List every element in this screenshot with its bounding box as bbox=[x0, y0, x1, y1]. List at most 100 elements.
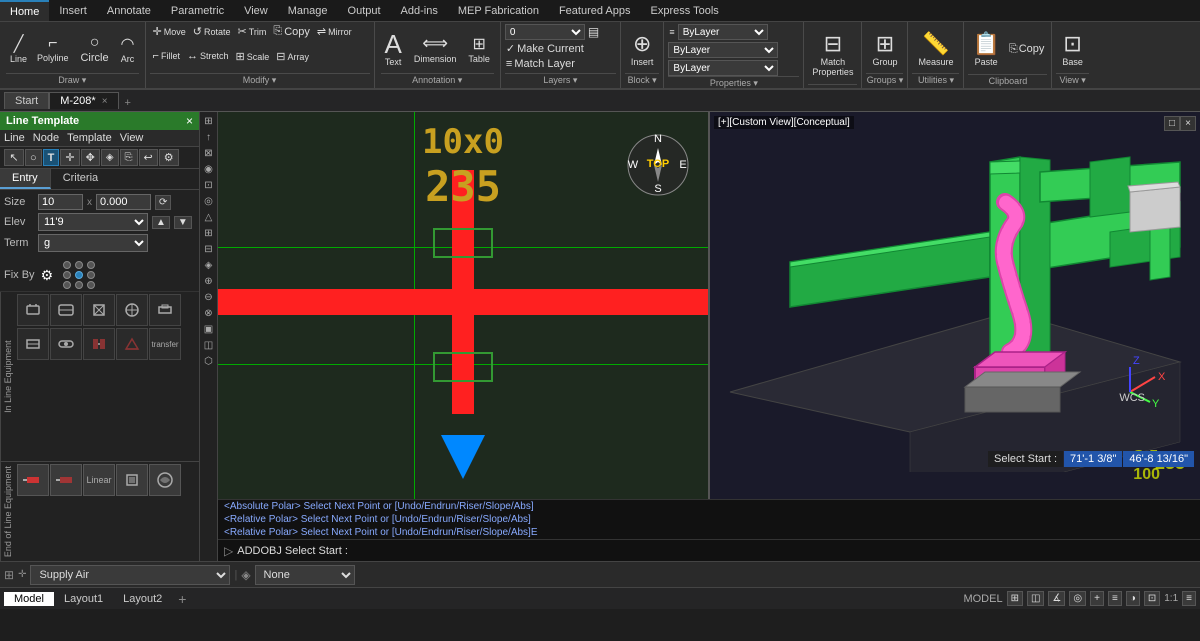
measure-button[interactable]: 📏Measure bbox=[912, 29, 959, 69]
fix-by-settings[interactable]: ⚙ bbox=[41, 267, 54, 284]
tool-move[interactable]: ✛ bbox=[60, 149, 79, 166]
side-tool-15[interactable]: ◫ bbox=[203, 338, 214, 353]
draw-polyline-button[interactable]: ⌐Polyline bbox=[33, 33, 73, 65]
command-prompt-input[interactable] bbox=[237, 545, 1194, 557]
modify-mirror-button[interactable]: ⇌Mirror bbox=[314, 24, 355, 39]
make-current-button[interactable]: ✓Make Current bbox=[505, 41, 616, 56]
side-tool-9[interactable]: ⊟ bbox=[203, 242, 213, 257]
criteria-tab[interactable]: Criteria bbox=[51, 169, 110, 189]
endline-icon-5[interactable] bbox=[149, 464, 181, 496]
inline-icon-8[interactable] bbox=[83, 328, 115, 360]
paste-button[interactable]: 📋Paste bbox=[968, 29, 1003, 69]
layer-props-button[interactable]: ▤ bbox=[587, 24, 600, 40]
status-snap-button[interactable]: ◫ bbox=[1027, 591, 1044, 606]
panel-menu-node[interactable]: Node bbox=[33, 132, 59, 144]
draw-arc-button[interactable]: ◠Arc bbox=[117, 32, 139, 66]
annotation-table-button[interactable]: ⊞Table bbox=[464, 32, 494, 66]
draw-line-button[interactable]: ╱Line bbox=[6, 32, 31, 66]
tool-snap[interactable]: ◈ bbox=[101, 149, 119, 166]
insert-button[interactable]: ⊕Insert bbox=[625, 29, 660, 69]
status-tab-add[interactable]: + bbox=[172, 590, 192, 608]
panel-menu-template[interactable]: Template bbox=[67, 132, 112, 144]
status-selection-button[interactable]: ⊡ bbox=[1144, 591, 1160, 606]
side-tool-3[interactable]: ⊠ bbox=[203, 146, 213, 161]
modify-trim-button[interactable]: ✂Trim bbox=[235, 24, 270, 39]
side-tool-16[interactable]: ⬡ bbox=[203, 354, 214, 369]
side-tool-11[interactable]: ⊕ bbox=[203, 274, 213, 289]
modify-scale-button[interactable]: ⊞Scale bbox=[232, 49, 272, 64]
3d-maximize-button[interactable]: □ bbox=[1164, 116, 1180, 131]
modify-stretch-button[interactable]: ↔Stretch bbox=[184, 49, 232, 63]
status-customization-button[interactable]: ≡ bbox=[1182, 591, 1196, 606]
tool-select[interactable]: ↖ bbox=[4, 149, 24, 166]
panel-menu-view[interactable]: View bbox=[120, 132, 144, 144]
ribbon-tab-view[interactable]: View bbox=[234, 0, 278, 21]
size-x-input[interactable] bbox=[96, 194, 151, 210]
ribbon-tab-insert[interactable]: Insert bbox=[49, 0, 97, 21]
copy-clipboard-button[interactable]: ⎘Copy bbox=[1006, 42, 1048, 57]
status-tab-layout1[interactable]: Layout1 bbox=[54, 592, 113, 606]
base-view-button[interactable]: ⊡Base bbox=[1056, 29, 1089, 69]
supply-air-select[interactable]: Supply Air bbox=[30, 565, 230, 585]
3d-close-button[interactable]: × bbox=[1180, 116, 1196, 131]
select-start-val1[interactable]: 71'-1 3/8" bbox=[1064, 451, 1122, 467]
status-lineweight-button[interactable]: ≡ bbox=[1108, 591, 1122, 606]
side-tool-7[interactable]: △ bbox=[204, 210, 214, 225]
tab-start[interactable]: Start bbox=[4, 92, 49, 109]
ribbon-tab-mep[interactable]: MEP Fabrication bbox=[448, 0, 549, 21]
inline-icon-2[interactable] bbox=[50, 294, 82, 326]
inline-icon-4[interactable] bbox=[116, 294, 148, 326]
match-props-button[interactable]: ≡ bbox=[668, 26, 675, 38]
status-tab-model[interactable]: Model bbox=[4, 592, 54, 606]
bylayer-color[interactable]: ByLayer bbox=[678, 24, 768, 40]
tab-m208-close[interactable]: × bbox=[102, 96, 108, 107]
inline-icon-3[interactable] bbox=[83, 294, 115, 326]
inline-icon-6[interactable] bbox=[17, 328, 49, 360]
panel-menu-line[interactable]: Line bbox=[4, 132, 25, 144]
modify-copy-button[interactable]: ⎘Copy bbox=[270, 24, 313, 39]
bylayer-lineweight[interactable]: ByLayer bbox=[668, 60, 778, 76]
endline-icon-4[interactable] bbox=[116, 464, 148, 496]
draw-circle-button[interactable]: ○Circle bbox=[75, 32, 115, 66]
tool-copy[interactable]: ⎘ bbox=[120, 149, 138, 166]
term-select[interactable]: g bbox=[38, 234, 148, 252]
annotation-text-button[interactable]: AText bbox=[381, 29, 406, 69]
side-tool-12[interactable]: ⊖ bbox=[203, 290, 213, 305]
modify-array-button[interactable]: ⊟Array bbox=[273, 49, 312, 64]
tool-circle[interactable]: ○ bbox=[25, 149, 42, 166]
none-select[interactable]: None bbox=[255, 565, 355, 585]
elev-select[interactable]: 11'9 bbox=[38, 213, 148, 231]
side-tool-1[interactable]: ⊞ bbox=[201, 114, 217, 129]
elev-arrow-up[interactable]: ▲ bbox=[152, 216, 170, 229]
status-polar-button[interactable]: ∡ bbox=[1048, 591, 1065, 606]
side-tool-10[interactable]: ◈ bbox=[204, 258, 214, 273]
panel-close-button[interactable]: × bbox=[186, 114, 193, 128]
tool-text[interactable]: T bbox=[43, 149, 60, 166]
endline-icon-1[interactable] bbox=[17, 464, 49, 496]
bylayer-linetype[interactable]: ByLayer bbox=[668, 42, 778, 58]
annotation-dimension-button[interactable]: ⟺Dimension bbox=[410, 31, 461, 66]
modify-move-button[interactable]: ✛Move bbox=[150, 24, 189, 39]
tool-settings[interactable]: ⚙ bbox=[159, 149, 179, 166]
tool-handle[interactable]: ✥ bbox=[81, 149, 100, 166]
tab-add-button[interactable]: + bbox=[119, 91, 137, 111]
status-osnap-button[interactable]: ◎ bbox=[1069, 591, 1086, 606]
ribbon-tab-express[interactable]: Express Tools bbox=[641, 0, 729, 21]
modify-fillet-button[interactable]: ⌐Fillet bbox=[150, 49, 183, 63]
side-tool-8[interactable]: ⊞ bbox=[203, 226, 213, 241]
tool-undo[interactable]: ↩ bbox=[139, 149, 158, 166]
entry-tab[interactable]: Entry bbox=[0, 169, 51, 189]
modify-rotate-button[interactable]: ↺Rotate bbox=[190, 24, 234, 39]
status-tab-layout2[interactable]: Layout2 bbox=[113, 592, 172, 606]
inline-icon-10[interactable]: transfer bbox=[149, 328, 181, 360]
ribbon-tab-featured[interactable]: Featured Apps bbox=[549, 0, 641, 21]
status-grid-button[interactable]: ⊞ bbox=[1007, 591, 1023, 606]
endline-icon-3[interactable]: Linear bbox=[83, 464, 115, 496]
inline-icon-9[interactable] bbox=[116, 328, 148, 360]
endline-icon-2[interactable] bbox=[50, 464, 82, 496]
inline-icon-7[interactable] bbox=[50, 328, 82, 360]
side-tool-14[interactable]: ▣ bbox=[203, 322, 214, 337]
inline-icon-1[interactable] bbox=[17, 294, 49, 326]
viewport-3d[interactable]: [+][Custom View][Conceptual] □ × bbox=[710, 112, 1200, 499]
select-start-val2[interactable]: 46'-8 13/16" bbox=[1123, 451, 1194, 467]
